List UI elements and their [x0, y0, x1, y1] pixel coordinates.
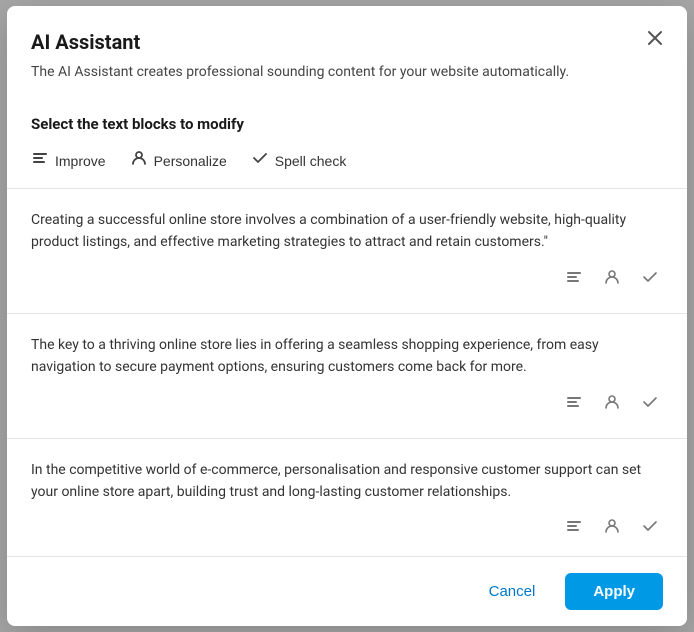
text-block-2-actions [31, 391, 663, 426]
modal-header: AI Assistant The AI Assistant creates pr… [7, 6, 687, 99]
text-block-1-content: Creating a successful online store invol… [31, 209, 663, 254]
block-improve-icon [565, 268, 583, 286]
personalize-icon-svg [130, 149, 148, 167]
text-block-3: In the competitive world of e-commerce, … [7, 439, 687, 556]
cancel-button[interactable]: Cancel [471, 573, 554, 610]
modal-description: The AI Assistant creates professional so… [31, 62, 663, 83]
block-3-personalize-icon [603, 517, 621, 535]
text-block-2: The key to a thriving online store lies … [7, 314, 687, 439]
block-spellcheck-icon [641, 268, 659, 286]
block-1-personalize-button[interactable] [599, 266, 625, 293]
spell-check-label: Spell check [275, 153, 347, 169]
block-3-spellcheck-button[interactable] [637, 515, 663, 542]
apply-button[interactable]: Apply [565, 573, 663, 610]
block-3-improve-icon [565, 517, 583, 535]
improve-button[interactable]: Improve [31, 145, 106, 176]
spell-check-icon [251, 149, 269, 172]
section-label: Select the text blocks to modify [7, 99, 687, 145]
spellcheck-icon-svg [251, 149, 269, 167]
close-icon [647, 30, 663, 46]
global-action-bar: Improve Personalize Spell check [7, 145, 687, 189]
block-3-personalize-button[interactable] [599, 515, 625, 542]
block-1-improve-button[interactable] [561, 266, 587, 293]
text-block-1: Creating a successful online store invol… [7, 189, 687, 314]
personalize-icon [130, 149, 148, 172]
improve-icon-svg [31, 149, 49, 167]
text-block-2-content: The key to a thriving online store lies … [31, 334, 663, 379]
text-block-1-actions [31, 266, 663, 301]
modal-overlay: AI Assistant The AI Assistant creates pr… [0, 0, 694, 632]
block-2-spellcheck-icon [641, 393, 659, 411]
text-block-3-actions [31, 515, 663, 550]
close-button[interactable] [643, 26, 667, 53]
text-block-3-content: In the competitive world of e-commerce, … [31, 459, 663, 504]
personalize-button[interactable]: Personalize [130, 145, 227, 176]
block-2-improve-button[interactable] [561, 391, 587, 418]
improve-label: Improve [55, 153, 106, 169]
block-2-personalize-icon [603, 393, 621, 411]
modal-title: AI Assistant [31, 30, 663, 54]
block-personalize-icon [603, 268, 621, 286]
block-2-spellcheck-button[interactable] [637, 391, 663, 418]
block-3-improve-button[interactable] [561, 515, 587, 542]
content-area: Creating a successful online store invol… [7, 189, 687, 556]
modal-footer: Cancel Apply [7, 556, 687, 626]
block-1-spellcheck-button[interactable] [637, 266, 663, 293]
spell-check-button[interactable]: Spell check [251, 145, 347, 176]
block-2-personalize-button[interactable] [599, 391, 625, 418]
block-3-spellcheck-icon [641, 517, 659, 535]
personalize-label: Personalize [154, 153, 227, 169]
ai-assistant-modal: AI Assistant The AI Assistant creates pr… [7, 6, 687, 626]
improve-icon [31, 149, 49, 172]
block-2-improve-icon [565, 393, 583, 411]
